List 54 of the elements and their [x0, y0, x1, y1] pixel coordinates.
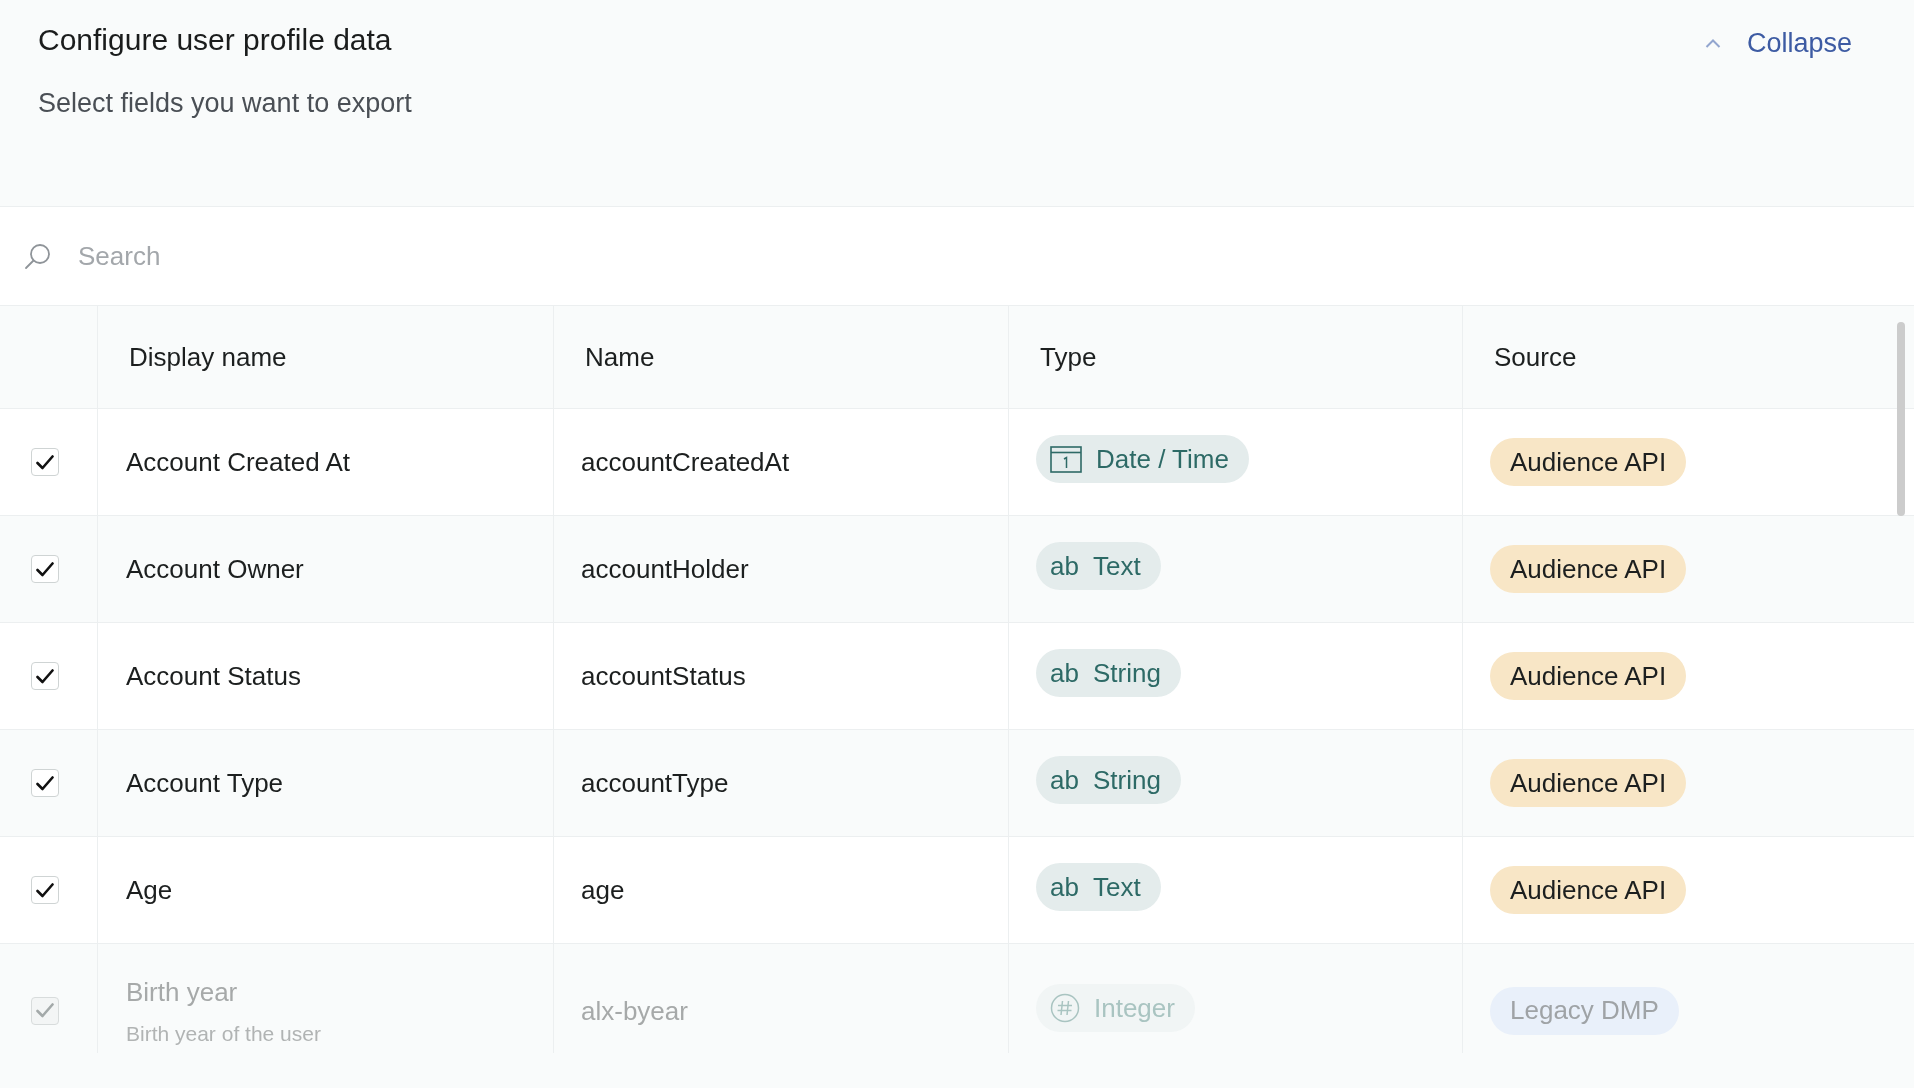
text-type-icon: ab	[1050, 551, 1079, 581]
field-description: Birth year of the user	[126, 1020, 321, 1047]
checkbox[interactable]	[31, 555, 59, 583]
source-tag: Audience API	[1490, 866, 1687, 914]
calendar-icon	[1050, 445, 1082, 473]
field-name: accountCreatedAt	[581, 446, 790, 479]
type-label: Date / Time	[1096, 444, 1229, 474]
source-tag: Audience API	[1490, 759, 1687, 807]
hash-icon	[1050, 992, 1080, 1023]
source-tag: Legacy DMP	[1490, 986, 1679, 1035]
text-type-icon: ab	[1050, 765, 1079, 795]
type-label: Text	[1092, 872, 1141, 902]
display-name: Account Created At	[126, 446, 351, 479]
checkmark-icon	[36, 775, 54, 791]
column-header: Source	[1494, 341, 1577, 374]
field-name: age	[581, 874, 625, 907]
type-label: Integer	[1094, 992, 1175, 1023]
display-name: Account Owner	[126, 553, 304, 586]
column-header: Type	[1040, 341, 1097, 374]
search-icon	[24, 242, 52, 270]
text-type-icon: ab	[1050, 658, 1079, 688]
column-header: Name	[585, 341, 655, 374]
type-label: String	[1092, 765, 1161, 795]
search-input[interactable]: Search	[78, 234, 1914, 278]
display-name: Account Type	[126, 767, 284, 800]
field-name: accountStatus	[581, 660, 746, 693]
source-tag: Audience API	[1490, 652, 1687, 700]
checkmark-icon	[36, 1003, 54, 1018]
collapse-button[interactable]: Collapse	[1704, 21, 1852, 65]
text-type-icon: ab	[1050, 872, 1079, 902]
checkmark-icon	[36, 668, 54, 684]
source-tag: Audience API	[1490, 545, 1687, 593]
display-name: Birth year	[126, 975, 238, 1009]
checkmark-icon	[36, 454, 54, 470]
field-name: accountType	[581, 767, 729, 800]
search-field[interactable]: Search	[0, 207, 1914, 306]
checkmark-icon	[36, 882, 54, 898]
checkmark-icon	[36, 561, 54, 577]
type-label: String	[1092, 658, 1161, 688]
checkbox[interactable]	[31, 448, 59, 476]
panel-subtitle: Select fields you want to export	[38, 87, 412, 120]
field-name: accountHolder	[581, 553, 749, 586]
checkbox[interactable]	[31, 662, 59, 690]
column-header: Display name	[129, 341, 287, 374]
panel-title: Configure user profile data	[38, 22, 392, 58]
source-tag: Audience API	[1490, 438, 1687, 486]
display-name: Account Status	[126, 660, 301, 693]
checkbox[interactable]	[31, 876, 59, 904]
chevron-up-icon	[1704, 38, 1721, 48]
scrollbar-thumb[interactable]	[1897, 322, 1905, 516]
field-name: alx-byear	[581, 994, 688, 1028]
type-label: Text	[1092, 551, 1141, 581]
checkbox[interactable]	[31, 769, 59, 797]
display-name: Age	[126, 874, 173, 907]
